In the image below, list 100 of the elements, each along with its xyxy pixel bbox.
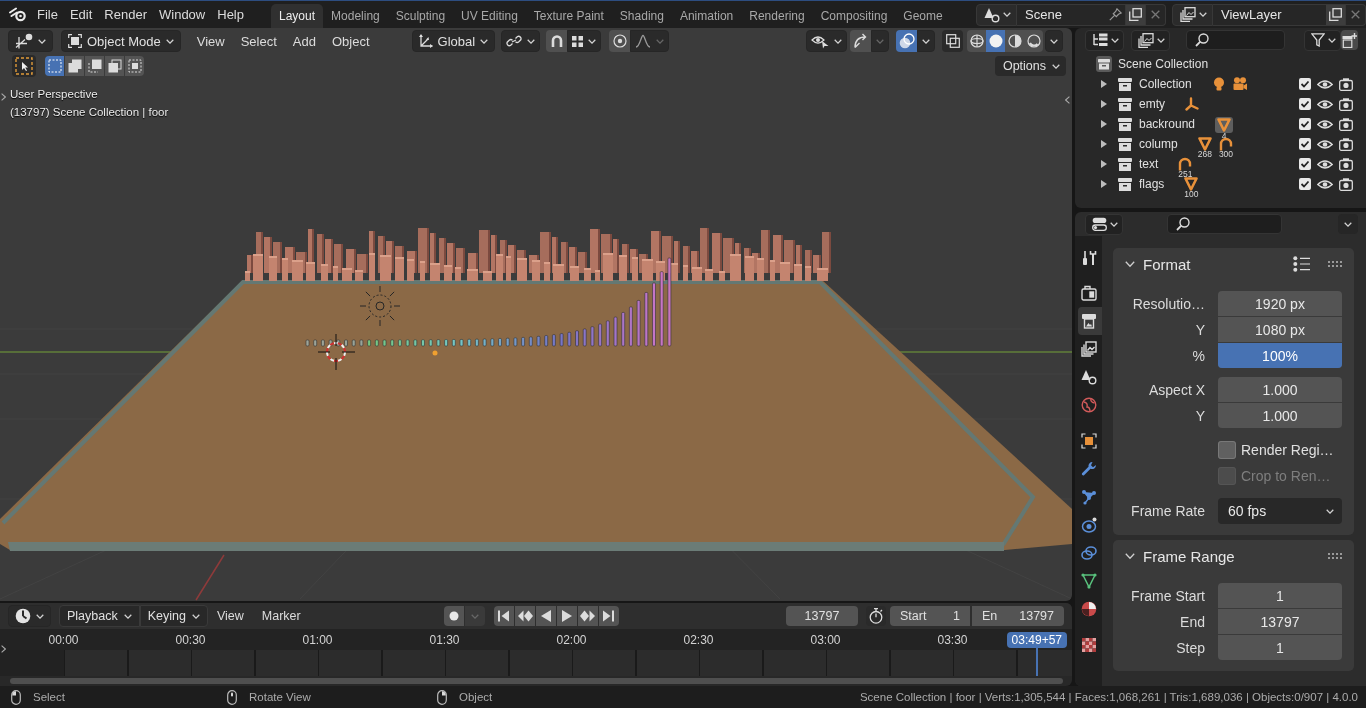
close-button[interactable]	[1346, 3, 1366, 26]
expand-triangle-icon[interactable]	[1101, 140, 1107, 148]
search-field[interactable]	[1167, 214, 1282, 234]
workspace-tab[interactable]: Animation	[671, 4, 742, 28]
menu-item[interactable]: Render	[98, 3, 153, 26]
play-reverse-button[interactable]	[535, 606, 556, 626]
eye-icon[interactable]	[1317, 118, 1333, 130]
workspace-tab[interactable]: Compositing	[812, 4, 896, 28]
expand-triangle-icon[interactable]	[1101, 80, 1107, 88]
camera-icon[interactable]	[1339, 137, 1353, 151]
checkbox[interactable]	[1299, 158, 1311, 170]
copy-button[interactable]	[1326, 3, 1346, 26]
collection-name[interactable]: emty	[1139, 97, 1165, 111]
play-button[interactable]	[556, 606, 577, 626]
shading-mode-button[interactable]	[986, 30, 1005, 52]
camera-icon[interactable]	[1339, 117, 1353, 131]
timeline-menu-dropdown[interactable]: Keying	[139, 605, 208, 627]
start-frame-field[interactable]: Start 1	[890, 606, 970, 626]
pin-button[interactable]	[1106, 3, 1126, 26]
menu-item[interactable]: Add	[284, 30, 324, 52]
workspace-tab[interactable]: Sculpting	[387, 4, 454, 28]
options-dropdown[interactable]	[1338, 214, 1358, 234]
properties-tab[interactable]	[1078, 307, 1102, 335]
number-field[interactable]: 1	[1218, 635, 1342, 660]
proportional-editing-toggle[interactable]	[609, 30, 631, 52]
editor-type-dropdown[interactable]	[8, 605, 51, 627]
sidebar-toggle[interactable]	[1065, 96, 1070, 104]
camera-icon[interactable]	[1339, 157, 1353, 171]
timeline-menu-dropdown[interactable]: Playback	[59, 605, 140, 627]
toolbar-toggle[interactable]	[1, 93, 6, 101]
jump-start-button[interactable]	[493, 606, 514, 626]
collection-name[interactable]: text	[1139, 157, 1159, 171]
overlays-toggle[interactable]	[896, 30, 917, 52]
workspace-tab[interactable]: Layout	[271, 4, 324, 28]
checkbox-label[interactable]: Render Regi…	[1241, 442, 1334, 458]
checkbox[interactable]	[1218, 441, 1236, 459]
selection-mode-button[interactable]	[65, 56, 84, 76]
orientation-dropdown[interactable]: Global	[411, 30, 496, 52]
next-keyframe-button[interactable]	[577, 606, 598, 626]
collection-name[interactable]: backround	[1139, 117, 1196, 131]
collection-name[interactable]: colump	[1139, 137, 1178, 151]
timeline-track[interactable]	[0, 650, 1072, 676]
camera-icon[interactable]	[1339, 177, 1353, 191]
display-mode-dropdown[interactable]	[1131, 29, 1170, 51]
chevron-down-icon[interactable]	[1125, 551, 1135, 561]
options-dropdown[interactable]: Options	[994, 56, 1066, 76]
shading-dropdown[interactable]	[1045, 30, 1063, 52]
workspace-tab[interactable]: UV Editing	[453, 4, 526, 28]
expand-triangle-icon[interactable]	[1101, 180, 1107, 188]
checkbox[interactable]	[1299, 118, 1311, 130]
scene-selector[interactable]	[976, 3, 1017, 26]
menu-item[interactable]: Select	[232, 30, 285, 52]
shading-mode-button[interactable]	[1024, 30, 1043, 52]
scene-name-field[interactable]: Scene	[1017, 3, 1106, 26]
expand-triangle-icon[interactable]	[1101, 120, 1107, 128]
menu-item[interactable]: Edit	[63, 3, 99, 26]
outliner-root-row[interactable]: Scene Collection	[1075, 54, 1366, 74]
checkbox[interactable]	[1299, 78, 1311, 90]
workspace-tab[interactable]: Shading	[611, 4, 672, 28]
eye-icon[interactable]	[1317, 78, 1333, 90]
select-tool-button[interactable]	[12, 55, 36, 77]
menu-item[interactable]: Marker	[252, 605, 310, 627]
frame-rate-dropdown[interactable]: 60 fps	[1218, 498, 1342, 524]
number-field[interactable]: 1.000	[1218, 377, 1342, 402]
checkbox[interactable]	[1299, 138, 1311, 150]
eye-icon[interactable]	[1317, 178, 1333, 190]
pivot-dropdown[interactable]	[501, 30, 541, 52]
auto-keying-toggle[interactable]	[443, 606, 464, 626]
panel-title[interactable]: Format	[1143, 255, 1191, 273]
filter-dropdown[interactable]	[1304, 29, 1342, 51]
number-field[interactable]: 1.000	[1218, 403, 1342, 428]
shading-mode-button[interactable]	[1005, 30, 1024, 52]
selection-mode-button[interactable]	[125, 56, 144, 76]
checkbox[interactable]	[1299, 178, 1311, 190]
chevron-down-icon[interactable]	[1125, 259, 1135, 269]
menu-item[interactable]: View	[188, 30, 233, 52]
current-frame-field[interactable]: 13797	[786, 606, 858, 626]
selection-mode-button[interactable]	[45, 56, 64, 76]
workspace-tab[interactable]: Geome	[895, 4, 951, 28]
expand-triangle-icon[interactable]	[1101, 100, 1107, 108]
collection-name[interactable]: flags	[1139, 177, 1165, 191]
menu-item[interactable]: File	[31, 3, 64, 26]
checkbox[interactable]	[1299, 98, 1311, 110]
menu-item[interactable]: Object	[323, 30, 378, 52]
copy-button[interactable]	[1126, 3, 1146, 26]
snap-target-dropdown[interactable]	[567, 30, 602, 52]
camera-icon[interactable]	[1339, 77, 1353, 91]
eye-icon[interactable]	[1317, 158, 1333, 170]
menu-item[interactable]: Window	[153, 3, 212, 26]
editor-type-dropdown[interactable]	[1085, 213, 1123, 235]
new-collection-button[interactable]	[1341, 30, 1358, 50]
view-layer-selector[interactable]	[1172, 3, 1213, 26]
selectability-dropdown[interactable]	[806, 30, 847, 52]
selection-mode-button[interactable]	[105, 56, 124, 76]
search-field[interactable]	[1186, 30, 1286, 50]
workspace-tab[interactable]: Texture Paint	[525, 4, 612, 28]
expand-triangle-icon[interactable]	[1101, 160, 1107, 168]
falloff-dropdown[interactable]	[630, 30, 670, 52]
channels-toggle[interactable]	[1, 645, 6, 653]
overlays-dropdown[interactable]	[917, 30, 935, 52]
